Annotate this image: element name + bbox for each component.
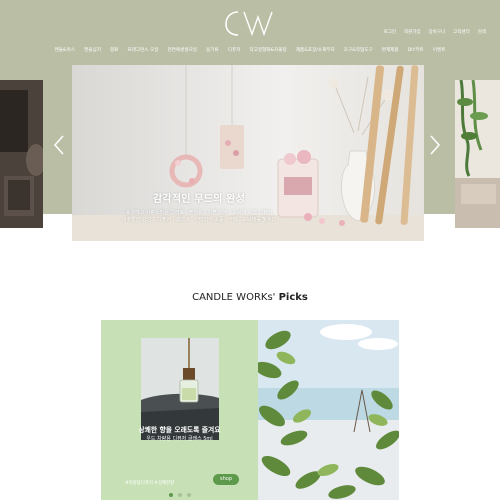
shop-button[interactable]: shop — [213, 474, 239, 485]
hero-title: 감각적인 무드의 완성 — [153, 194, 245, 205]
pick-lifestyle-image — [258, 320, 399, 500]
pick-tags: #차량용디퓨저 #상쾌한향 — [125, 481, 175, 486]
hero-copy: 감각적인 무드의 완성 풍성하고 사랑스러운 컬러로 · 플라워 · 이쁜 이뚜… — [72, 190, 326, 224]
nav-item[interactable]: 천연에센셜오일 — [167, 45, 197, 57]
util-search[interactable]: 검색 — [478, 29, 486, 35]
utility-nav: 로그인 회원가입 장바구니 고객센터 검색 — [384, 29, 486, 35]
nav-item[interactable]: 작고정형화&자올탕 — [249, 45, 286, 57]
nav-item[interactable]: 캔들&왁스 — [55, 45, 76, 57]
brand-logo[interactable] — [224, 8, 274, 38]
chevron-left-icon[interactable] — [52, 134, 66, 156]
nav-item[interactable]: 이벤트 — [433, 45, 446, 57]
pick-card[interactable]: 상쾌한 향을 오래도록 즐겨요 우드 차량용 디퓨저 글래스 5ml #차량용디… — [101, 320, 258, 500]
hero-prev-slide[interactable] — [0, 80, 43, 228]
main-nav: 캔들&왁스 캔들심지 향료 프래그런스 오일 천연에센셜오일 용기류 디퓨저 작… — [0, 45, 500, 57]
pick-subtitle: 우드 차량용 디퓨저 글래스 5ml — [146, 436, 213, 442]
carousel-dot[interactable] — [177, 493, 182, 497]
nav-item[interactable]: 제품&포장/소재부자 — [296, 45, 335, 57]
nav-item[interactable]: 향료 — [110, 45, 118, 57]
nav-item[interactable]: 프래그런스 오일 — [127, 45, 158, 57]
nav-item[interactable]: 디퓨저 — [228, 45, 241, 57]
carousel-dots — [101, 493, 258, 497]
beach-foliage-image — [258, 320, 399, 500]
hero-main-slide[interactable]: 감각적인 무드의 완성 풍성하고 사랑스러운 컬러로 · 플라워 · 이쁜 이뚜… — [72, 65, 424, 241]
carousel-dot[interactable] — [186, 493, 191, 497]
hero-desc-line: 풍성하고 사랑스러운 컬러로 · 플라워 · 이쁜 이뚜 · 오브제 소형 디퓨… — [125, 210, 273, 216]
next-slide-image — [455, 80, 500, 228]
util-cart[interactable]: 장바구니 — [429, 29, 446, 35]
chevron-right-icon[interactable] — [428, 134, 442, 156]
util-login[interactable]: 로그인 — [384, 29, 396, 35]
util-join[interactable]: 회원가입 — [404, 29, 421, 35]
hero-next-slide[interactable] — [455, 80, 500, 228]
nav-item[interactable]: 조구&작업도구 — [344, 45, 373, 57]
picks-section-title: CANDLE WORKs' Picks — [0, 292, 500, 303]
carousel-dot[interactable] — [168, 493, 173, 497]
picks-title-brand: CANDLE WORKs' — [192, 292, 276, 303]
picks-title-rest: Picks — [278, 292, 308, 303]
prev-slide-image — [0, 80, 43, 228]
pick-headline: 상쾌한 향을 오래도록 즐겨요 — [138, 426, 221, 434]
hero-desc-line: 내추럴한 감성의 디퓨저 · 홈데코 · 인테리어 소품 · 카페 · 오브제를… — [121, 217, 277, 223]
nav-item[interactable]: 용기류 — [206, 45, 219, 57]
nav-item[interactable]: 완제제품 — [382, 45, 399, 57]
nav-item[interactable]: DIY키트 — [408, 45, 424, 57]
site-header: 로그인 회원가입 장바구니 고객센터 검색 캔들&왁스 캔들심지 향료 프래그런… — [0, 0, 500, 59]
hero-description: 풍성하고 사랑스러운 컬러로 · 플라워 · 이쁜 이뚜 · 오브제 소형 디퓨… — [72, 210, 326, 224]
util-help[interactable]: 고객센터 — [453, 29, 470, 35]
nav-item[interactable]: 캔들심지 — [84, 45, 101, 57]
